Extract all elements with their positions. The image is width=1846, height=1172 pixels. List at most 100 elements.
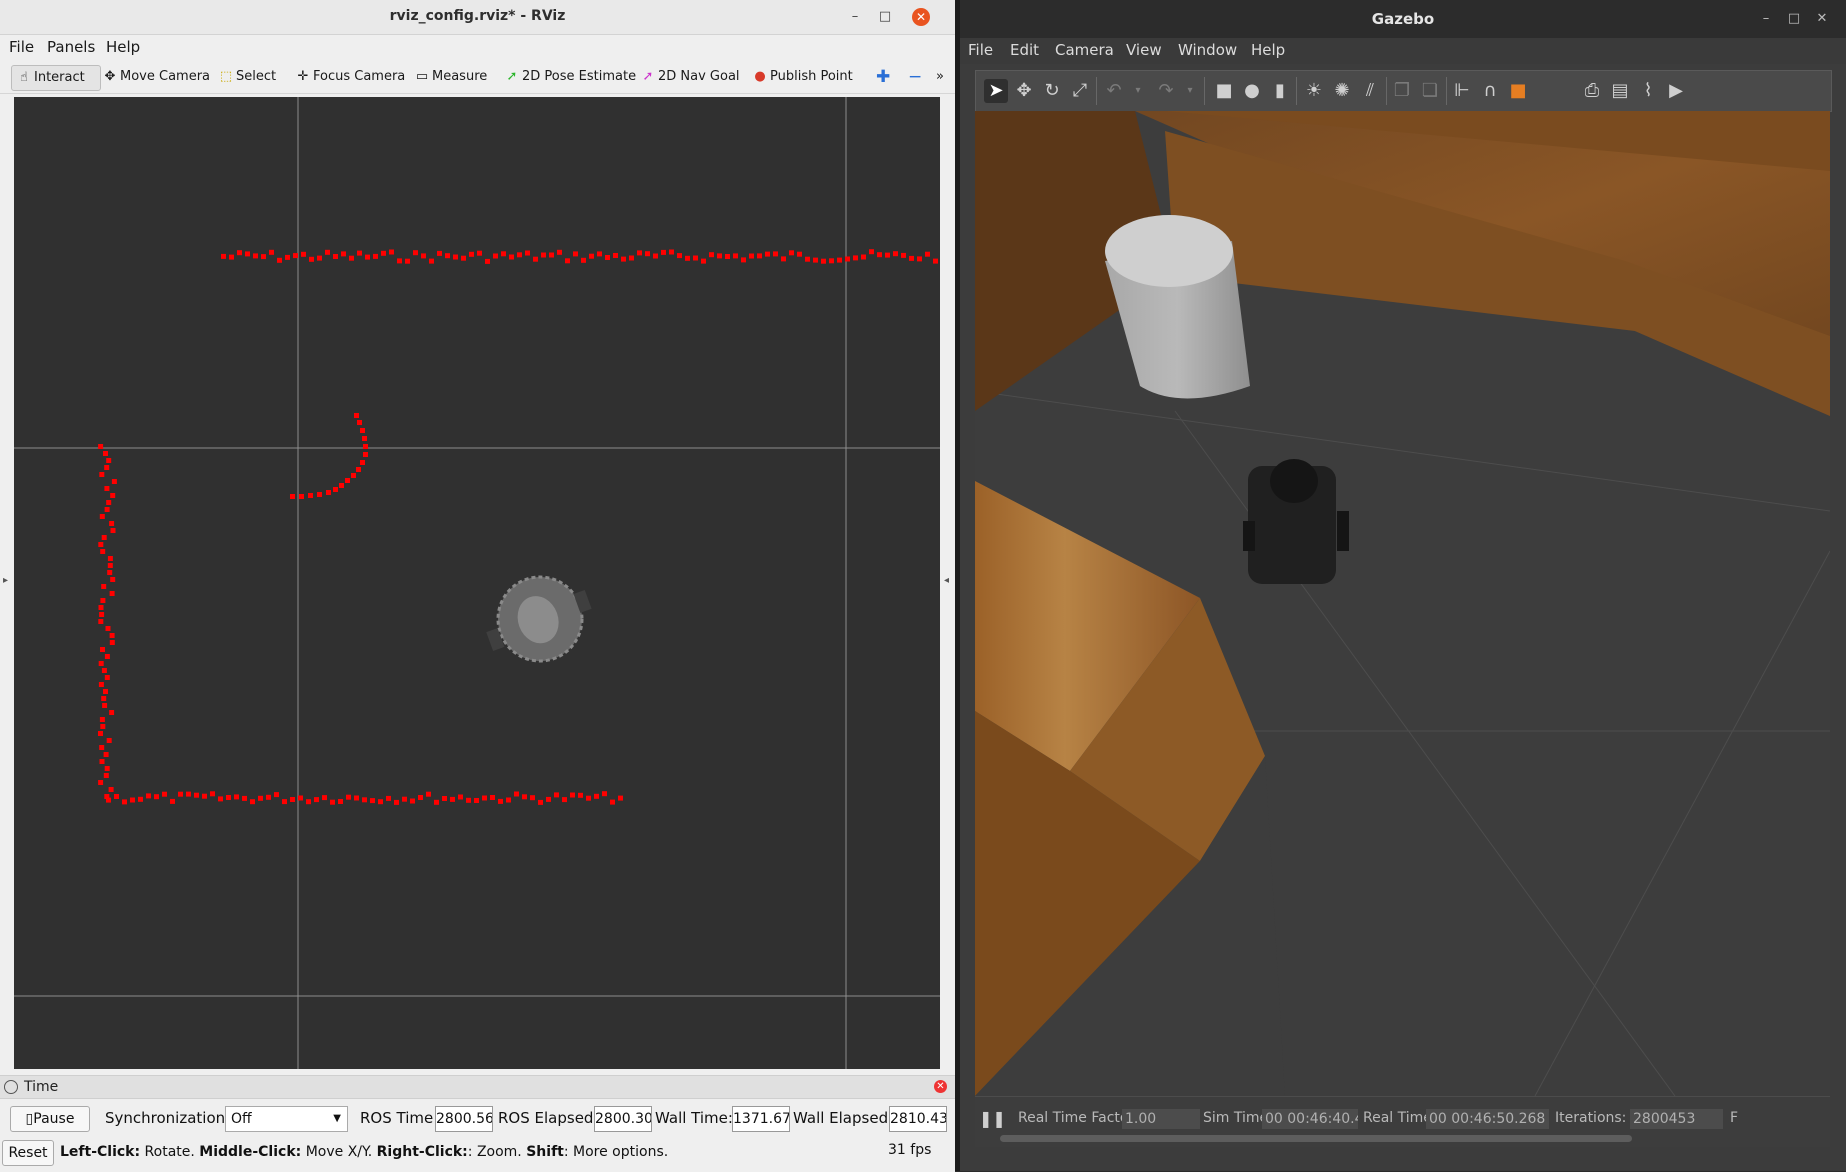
scan-point bbox=[138, 796, 143, 802]
horizontal-scrollbar[interactable] bbox=[1000, 1135, 1632, 1142]
green-arrow-icon: ➚ bbox=[506, 69, 518, 84]
menu-file[interactable]: File bbox=[9, 38, 34, 56]
scan-point bbox=[565, 258, 570, 264]
pause-icon[interactable]: ❚❚ bbox=[979, 1107, 1006, 1131]
menu-help[interactable]: Help bbox=[106, 38, 140, 56]
scan-point bbox=[445, 253, 450, 259]
sphere-icon[interactable]: ● bbox=[1240, 79, 1264, 103]
scan-point bbox=[186, 791, 191, 797]
menu-edit[interactable]: Edit bbox=[1010, 41, 1039, 59]
snap-icon[interactable]: ∩ bbox=[1478, 79, 1502, 103]
rviz-3d-view[interactable] bbox=[14, 97, 940, 1069]
point-light-icon[interactable]: ☀ bbox=[1302, 79, 1326, 103]
box-icon[interactable]: ■ bbox=[1212, 79, 1236, 103]
scan-point bbox=[725, 254, 730, 259]
minimize-icon[interactable]: – bbox=[846, 8, 864, 26]
menu-help[interactable]: Help bbox=[1251, 41, 1285, 59]
scan-point bbox=[773, 251, 778, 257]
scan-point bbox=[356, 467, 361, 472]
maximize-icon[interactable]: □ bbox=[1785, 10, 1803, 28]
close-panel-icon[interactable]: ✕ bbox=[934, 1080, 947, 1093]
menu-file[interactable]: File bbox=[968, 41, 993, 59]
remove-tool-icon[interactable]: − bbox=[904, 65, 926, 89]
minimize-icon[interactable]: – bbox=[1757, 10, 1775, 28]
menu-camera[interactable]: Camera bbox=[1055, 41, 1114, 59]
move-camera-tool-button[interactable]: ✥ Move Camera bbox=[98, 65, 214, 89]
scan-point bbox=[210, 791, 215, 797]
directional-light-icon[interactable]: ⫽ bbox=[1358, 79, 1382, 103]
ros-time-field[interactable]: 2800.56 bbox=[435, 1106, 493, 1132]
scan-point bbox=[370, 798, 375, 804]
gazebo-3d-view[interactable] bbox=[975, 111, 1830, 1096]
publish-point-tool-button[interactable]: ● Publish Point bbox=[748, 65, 857, 89]
cylinder-icon[interactable]: ▮ bbox=[1268, 79, 1292, 103]
close-icon[interactable]: ✕ bbox=[912, 8, 930, 26]
scan-point bbox=[602, 791, 607, 797]
interact-tool-button[interactable]: ☝ Interact bbox=[11, 65, 101, 91]
select-arrow-icon[interactable]: ➤ bbox=[984, 79, 1008, 103]
rviz-window: rviz_config.rviz* - RViz – □ ✕ File Pane… bbox=[0, 0, 955, 1172]
redo-dropdown-icon[interactable]: ▾ bbox=[1178, 79, 1202, 103]
scan-point bbox=[99, 472, 105, 477]
scan-point bbox=[517, 252, 522, 258]
wall-time-field[interactable]: 1371.67 bbox=[732, 1106, 790, 1132]
view-angle-icon[interactable]: ■ bbox=[1506, 79, 1530, 103]
scan-point bbox=[226, 795, 231, 800]
scan-point bbox=[103, 752, 109, 757]
copy-icon[interactable]: ❐ bbox=[1390, 79, 1414, 103]
sync-select[interactable]: Off ▼ bbox=[225, 1106, 348, 1132]
log-icon[interactable]: ▤ bbox=[1608, 79, 1632, 103]
record-icon[interactable]: ▶ bbox=[1664, 79, 1688, 103]
menu-window[interactable]: Window bbox=[1178, 41, 1237, 59]
redo-icon[interactable]: ↷ bbox=[1154, 79, 1178, 103]
collapse-left-icon[interactable]: ▸ bbox=[3, 575, 8, 586]
maximize-icon[interactable]: □ bbox=[876, 8, 894, 26]
scan-point bbox=[266, 794, 271, 800]
spot-light-icon[interactable]: ✺ bbox=[1330, 79, 1354, 103]
paste-icon[interactable]: ❏ bbox=[1418, 79, 1442, 103]
scan-point bbox=[162, 791, 167, 797]
scan-point bbox=[104, 654, 110, 659]
menu-panels[interactable]: Panels bbox=[47, 38, 95, 56]
scan-point bbox=[107, 570, 113, 575]
undo-dropdown-icon[interactable]: ▾ bbox=[1126, 79, 1150, 103]
ros-elapsed-field[interactable]: 2800.30 bbox=[594, 1106, 652, 1132]
plot-icon[interactable]: ⌇ bbox=[1636, 79, 1660, 103]
menu-view[interactable]: View bbox=[1126, 41, 1162, 59]
fps-label-cut: F bbox=[1730, 1110, 1739, 1126]
scan-point bbox=[925, 251, 930, 257]
scale-icon[interactable]: ⤢ bbox=[1068, 79, 1092, 103]
reset-button[interactable]: Reset bbox=[2, 1140, 54, 1166]
focus-camera-tool-button[interactable]: ✛ Focus Camera bbox=[291, 65, 409, 89]
more-tools-icon[interactable]: » bbox=[932, 65, 948, 89]
scan-point bbox=[701, 258, 706, 264]
collapse-right-icon[interactable]: ◂ bbox=[944, 575, 949, 586]
pose-estimate-tool-button[interactable]: ➚ 2D Pose Estimate bbox=[500, 65, 640, 89]
scan-point bbox=[597, 251, 602, 257]
scan-point bbox=[402, 796, 407, 802]
wall-elapsed-field[interactable]: 2810.43 bbox=[889, 1106, 947, 1132]
scan-point bbox=[490, 795, 495, 800]
add-tool-icon[interactable]: ✚ bbox=[872, 65, 894, 89]
scan-point bbox=[237, 250, 242, 256]
close-icon[interactable]: ✕ bbox=[1813, 10, 1831, 28]
translate-icon[interactable]: ✥ bbox=[1012, 79, 1036, 103]
align-icon[interactable]: ⊩ bbox=[1450, 79, 1474, 103]
rotate-icon[interactable]: ↻ bbox=[1040, 79, 1064, 103]
dropdown-arrow-icon: ▼ bbox=[333, 1113, 341, 1124]
scan-point bbox=[98, 542, 104, 547]
nav-goal-tool-button[interactable]: ➚ 2D Nav Goal bbox=[636, 65, 744, 89]
undo-icon[interactable]: ↶ bbox=[1102, 79, 1126, 103]
screenshot-icon[interactable]: ⎙ bbox=[1580, 79, 1604, 103]
select-tool-button[interactable]: ⬚ Select bbox=[214, 65, 280, 89]
scan-point bbox=[554, 792, 559, 798]
scan-point bbox=[837, 257, 842, 263]
wall-elapsed-label: Wall Elapsed: bbox=[793, 1109, 894, 1127]
scan-point bbox=[345, 478, 350, 483]
scan-point bbox=[466, 797, 471, 803]
measure-tool-button[interactable]: ▭ Measure bbox=[410, 65, 491, 89]
rviz-toolbar: ☝ Interact ✥ Move Camera ⬚ Select ✛ Focus Ca… bbox=[0, 60, 955, 94]
scan-point bbox=[677, 253, 682, 259]
pause-button[interactable]: ▯Pause bbox=[10, 1106, 90, 1132]
map-pin-icon: ● bbox=[754, 69, 766, 84]
